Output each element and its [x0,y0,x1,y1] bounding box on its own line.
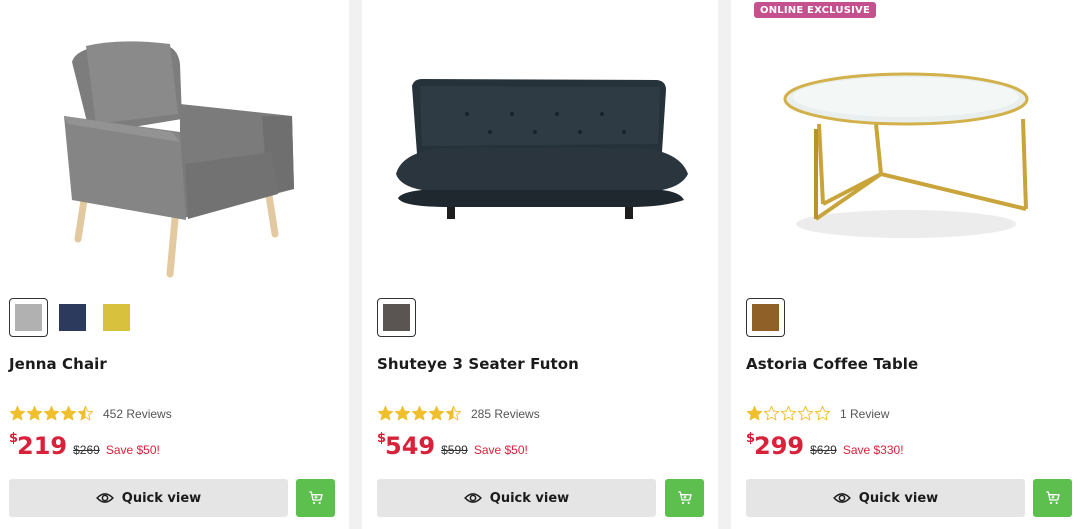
star-icon [377,405,394,421]
color-swatch[interactable] [377,298,416,337]
product-grid: Jenna Chair 452 Reviews $219 $269 Save $… [0,0,1080,529]
star-icon [77,405,94,421]
color-swatch[interactable] [746,298,785,337]
review-count[interactable]: 285 Reviews [471,407,540,421]
product-image-armchair[interactable] [0,24,349,284]
cart-icon [677,491,692,505]
swatch-color [59,304,86,331]
original-price: $599 [441,443,468,457]
add-to-cart-button[interactable] [665,479,704,517]
star-rating [9,405,94,422]
cart-icon [308,491,323,505]
product-card: ONLINE EXCLUSIVE Astoria Coffee Table 1 … [731,0,1080,529]
currency-symbol: $ [377,431,387,446]
armchair-image [64,41,294,278]
product-title[interactable]: Jenna Chair [9,355,107,373]
star-icon [814,405,831,421]
product-card: Jenna Chair 452 Reviews $219 $269 Save $… [0,0,349,529]
original-price: $629 [810,443,837,457]
review-count[interactable]: 452 Reviews [103,407,172,421]
current-price: $299 [746,431,805,461]
star-icon [445,405,462,421]
star-icon [411,405,428,421]
review-count[interactable]: 1 Review [840,407,889,421]
swatch-color [752,304,779,331]
current-price: $549 [377,431,436,461]
product-title[interactable]: Shuteye 3 Seater Futon [377,355,579,373]
star-icon [9,405,26,421]
star-icon [394,405,411,421]
savings-text: Save $50! [105,443,160,457]
add-to-cart-button[interactable] [296,479,335,517]
star-icon [428,405,445,421]
online-exclusive-badge: ONLINE EXCLUSIVE [754,2,876,18]
star-rating [377,405,462,422]
savings-text: Save $330! [842,443,904,457]
cart-icon [1045,491,1060,505]
card-actions: Quick view [377,479,704,517]
color-swatch[interactable] [97,298,136,337]
star-rating [746,405,831,422]
star-icon [746,405,763,421]
star-icon [60,405,77,421]
price-value: 299 [754,432,805,460]
quick-view-button[interactable]: Quick view [9,479,288,517]
card-actions: Quick view [746,479,1072,517]
current-price: $219 [9,431,68,461]
color-swatch[interactable] [53,298,92,337]
swatch-color [383,304,410,331]
quick-view-label: Quick view [858,490,939,506]
currency-symbol: $ [9,431,19,446]
eye-icon [832,493,851,503]
product-rating: 285 Reviews [377,405,540,422]
color-swatches [377,298,421,337]
price-row: $549 $599 Save $50! [377,431,528,461]
product-image-coffee-table[interactable] [731,24,1080,284]
coffee-table-image [783,72,1029,238]
quick-view-label: Quick view [121,490,202,506]
color-swatch[interactable] [9,298,48,337]
quick-view-button[interactable]: Quick view [377,479,656,517]
star-icon [763,405,780,421]
star-icon [797,405,814,421]
original-price: $269 [73,443,100,457]
card-actions: Quick view [9,479,335,517]
swatch-color [15,304,42,331]
futon-image [396,79,688,219]
color-swatches [9,298,141,337]
swatch-color [103,304,130,331]
star-icon [780,405,797,421]
product-rating: 452 Reviews [9,405,172,422]
price-row: $299 $629 Save $330! [746,431,904,461]
add-to-cart-button[interactable] [1033,479,1072,517]
price-value: 219 [17,432,68,460]
star-icon [43,405,60,421]
eye-icon [95,493,114,503]
savings-text: Save $50! [473,443,528,457]
price-row: $219 $269 Save $50! [9,431,160,461]
price-value: 549 [385,432,436,460]
eye-icon [463,493,482,503]
product-rating: 1 Review [746,405,889,422]
product-title[interactable]: Astoria Coffee Table [746,355,918,373]
quick-view-label: Quick view [489,490,570,506]
product-image-futon[interactable] [362,24,718,284]
product-card: Shuteye 3 Seater Futon 285 Reviews $549 … [362,0,718,529]
star-icon [26,405,43,421]
color-swatches [746,298,790,337]
quick-view-button[interactable]: Quick view [746,479,1025,517]
currency-symbol: $ [746,431,756,446]
